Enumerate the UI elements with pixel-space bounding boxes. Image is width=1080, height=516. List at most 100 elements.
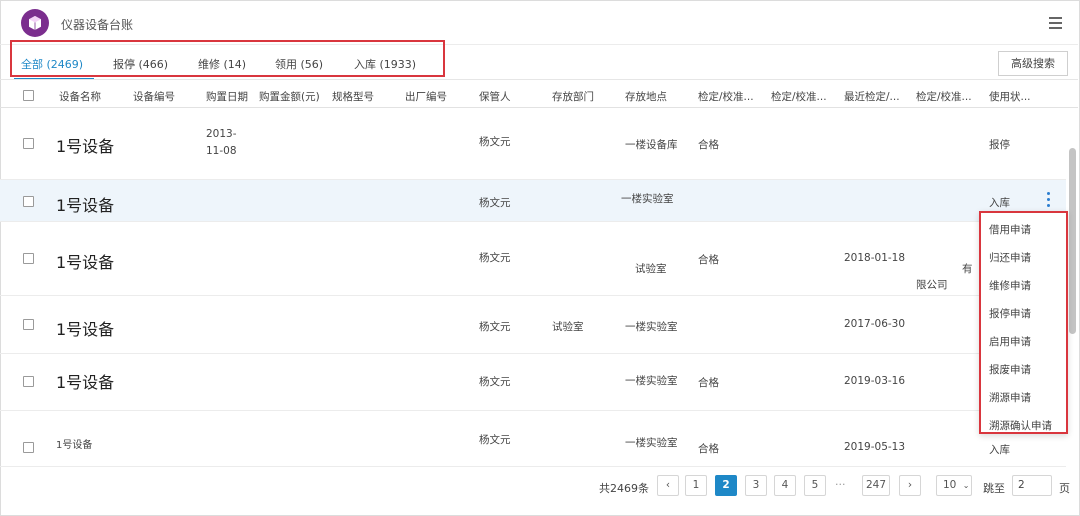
page-size-select[interactable]: 10 ⌄ (936, 475, 972, 496)
tab-suspended[interactable]: 报停 (466) (113, 56, 168, 72)
cell-location: 一楼实验室 (625, 437, 678, 449)
cell-location: 一楼实验室 (621, 193, 674, 205)
cell-keeper: 杨文元 (479, 376, 511, 388)
chevron-down-icon: ⌄ (962, 481, 970, 490)
menu-item-borrow[interactable]: 借用申请 (989, 222, 1031, 237)
cell-keeper: 杨文元 (479, 197, 511, 209)
row-checkbox[interactable] (23, 196, 34, 207)
tab-borrowed[interactable]: 领用 (56) (275, 56, 323, 72)
cell-location: 一楼实验室 (625, 375, 678, 387)
cell-calibration-result: 合格 (698, 377, 719, 389)
pagination-ellipsis[interactable]: ··· (835, 478, 846, 491)
cell-calibration-result: 合格 (698, 254, 719, 266)
cell-dept: 试验室 (552, 321, 584, 333)
app-title: 仪器设备台账 (61, 18, 134, 32)
pagination-total: 共2469条 (599, 482, 649, 495)
cell-recent-calibration: 2017-06-30 (844, 318, 906, 330)
menu-item-return[interactable]: 归还申请 (989, 250, 1031, 265)
column-header[interactable]: 检定/校准... (698, 89, 754, 104)
column-header[interactable]: 设备编号 (133, 89, 175, 104)
row-checkbox[interactable] (23, 253, 34, 264)
tab-stocked[interactable]: 入库 (1933) (354, 56, 416, 72)
column-header[interactable]: 购置日期 (206, 89, 248, 104)
pagination-page[interactable]: 1 (685, 475, 707, 496)
pagination-page-current[interactable]: 2 (715, 475, 737, 496)
table-row[interactable]: 1号设备 杨文元 试验室 合格 2018-01-18 有 限公司 (0, 222, 1066, 296)
cell-calibration-result: 合格 (698, 443, 719, 455)
column-header[interactable]: 存放部门 (552, 89, 594, 104)
row-checkbox[interactable] (23, 442, 34, 453)
table-scrollbar-thumb[interactable] (1069, 148, 1076, 334)
column-header[interactable]: 保管人 (479, 89, 511, 104)
column-header[interactable]: 存放地点 (625, 89, 667, 104)
cell-location: 一楼设备库 (625, 139, 678, 151)
tab-repair[interactable]: 维修 (14) (198, 56, 246, 72)
cell-keeper: 杨文元 (479, 252, 511, 264)
menu-item-trace-confirm[interactable]: 溯源确认申请 (989, 418, 1052, 433)
more-actions-icon[interactable] (1047, 192, 1051, 210)
cell-keeper: 杨文元 (479, 136, 511, 148)
cell-status: 报停 (989, 139, 1010, 151)
tab-all[interactable]: 全部 (2469) (21, 56, 83, 72)
goto-page-input[interactable]: 2 (1012, 475, 1052, 496)
advanced-search-button[interactable]: 高级搜索 (998, 51, 1068, 76)
cell-status: 入库 (989, 197, 1010, 209)
pagination-next-button[interactable]: › (899, 475, 921, 496)
cell-recent-calibration: 2019-05-13 (844, 441, 906, 453)
row-actions-menu: 借用申请 归还申请 维修申请 报停申请 启用申请 报废申请 溯源申请 溯源确认申… (979, 211, 1068, 434)
column-header[interactable]: 使用状... (989, 89, 1031, 104)
cell-purchase-date: 2013- (206, 128, 237, 140)
tabs-divider (0, 79, 1078, 80)
cell-keeper: 杨文元 (479, 321, 511, 333)
table-row[interactable]: 1号设备 2013- 11-08 杨文元 一楼设备库 合格 报停 (0, 108, 1066, 180)
column-header[interactable]: 购置金额(元) (259, 89, 320, 104)
cell-keeper: 杨文元 (479, 434, 511, 446)
cell-recent-calibration: 2018-01-18 (844, 252, 906, 264)
pagination-page[interactable]: 3 (745, 475, 767, 496)
goto-label: 跳至 (983, 482, 1005, 495)
cell-recent-calibration: 2019-03-16 (844, 375, 906, 387)
column-header[interactable]: 检定/校准... (916, 89, 972, 104)
cell-device-name: 1号设备 (56, 440, 93, 451)
table-row[interactable]: 1号设备 杨文元 试验室 一楼实验室 2017-06-30 (0, 296, 1066, 354)
pagination-page[interactable]: 5 (804, 475, 826, 496)
table-header: 设备名称 设备编号 购置日期 购置金额(元) 规格型号 出厂编号 保管人 存放部… (0, 82, 1078, 108)
cell-location: 一楼实验室 (625, 321, 678, 333)
app-logo-icon (21, 9, 49, 37)
cell-status: 入库 (989, 444, 1010, 456)
cell-device-name: 1号设备 (56, 196, 115, 215)
menu-list-icon[interactable] (1049, 17, 1062, 29)
cell-purchase-date: 11-08 (206, 145, 237, 157)
cell-location: 试验室 (635, 263, 667, 275)
table-row[interactable]: 1号设备 杨文元 一楼实验室 合格 2019-05-13 入库 (0, 411, 1066, 467)
cell-device-name: 1号设备 (56, 320, 115, 339)
column-header[interactable]: 设备名称 (59, 89, 101, 104)
cell-calibration-result: 合格 (698, 139, 719, 151)
menu-item-enable[interactable]: 启用申请 (989, 334, 1031, 349)
cell-device-name: 1号设备 (56, 373, 115, 392)
menu-item-scrap[interactable]: 报废申请 (989, 362, 1031, 377)
column-header[interactable]: 出厂编号 (405, 89, 447, 104)
row-checkbox[interactable] (23, 376, 34, 387)
column-header[interactable]: 规格型号 (332, 89, 374, 104)
page-size-value: 10 (943, 479, 957, 491)
pagination-page[interactable]: 4 (774, 475, 796, 496)
table-row[interactable]: 1号设备 杨文元 一楼实验室 合格 2019-03-16 (0, 354, 1066, 411)
menu-item-trace[interactable]: 溯源申请 (989, 390, 1031, 405)
row-checkbox[interactable] (23, 138, 34, 149)
cell-calibration-org: 限公司 (916, 279, 948, 291)
cell-calibration-org: 有 (962, 263, 973, 275)
goto-suffix: 页 (1059, 482, 1070, 495)
menu-item-suspend[interactable]: 报停申请 (989, 306, 1031, 321)
pagination-prev-button[interactable]: ‹ (657, 475, 679, 496)
app-header: 仪器设备台账 (0, 0, 1078, 45)
cell-device-name: 1号设备 (56, 137, 115, 156)
select-all-checkbox[interactable] (23, 90, 34, 101)
row-checkbox[interactable] (23, 319, 34, 330)
pagination-page-last[interactable]: 247 (862, 475, 890, 496)
column-header[interactable]: 检定/校准... (771, 89, 827, 104)
menu-item-repair[interactable]: 维修申请 (989, 278, 1031, 293)
table-row[interactable]: 1号设备 杨文元 一楼实验室 入库 (0, 180, 1066, 222)
column-header[interactable]: 最近检定/... (844, 89, 900, 104)
cell-device-name: 1号设备 (56, 253, 115, 272)
